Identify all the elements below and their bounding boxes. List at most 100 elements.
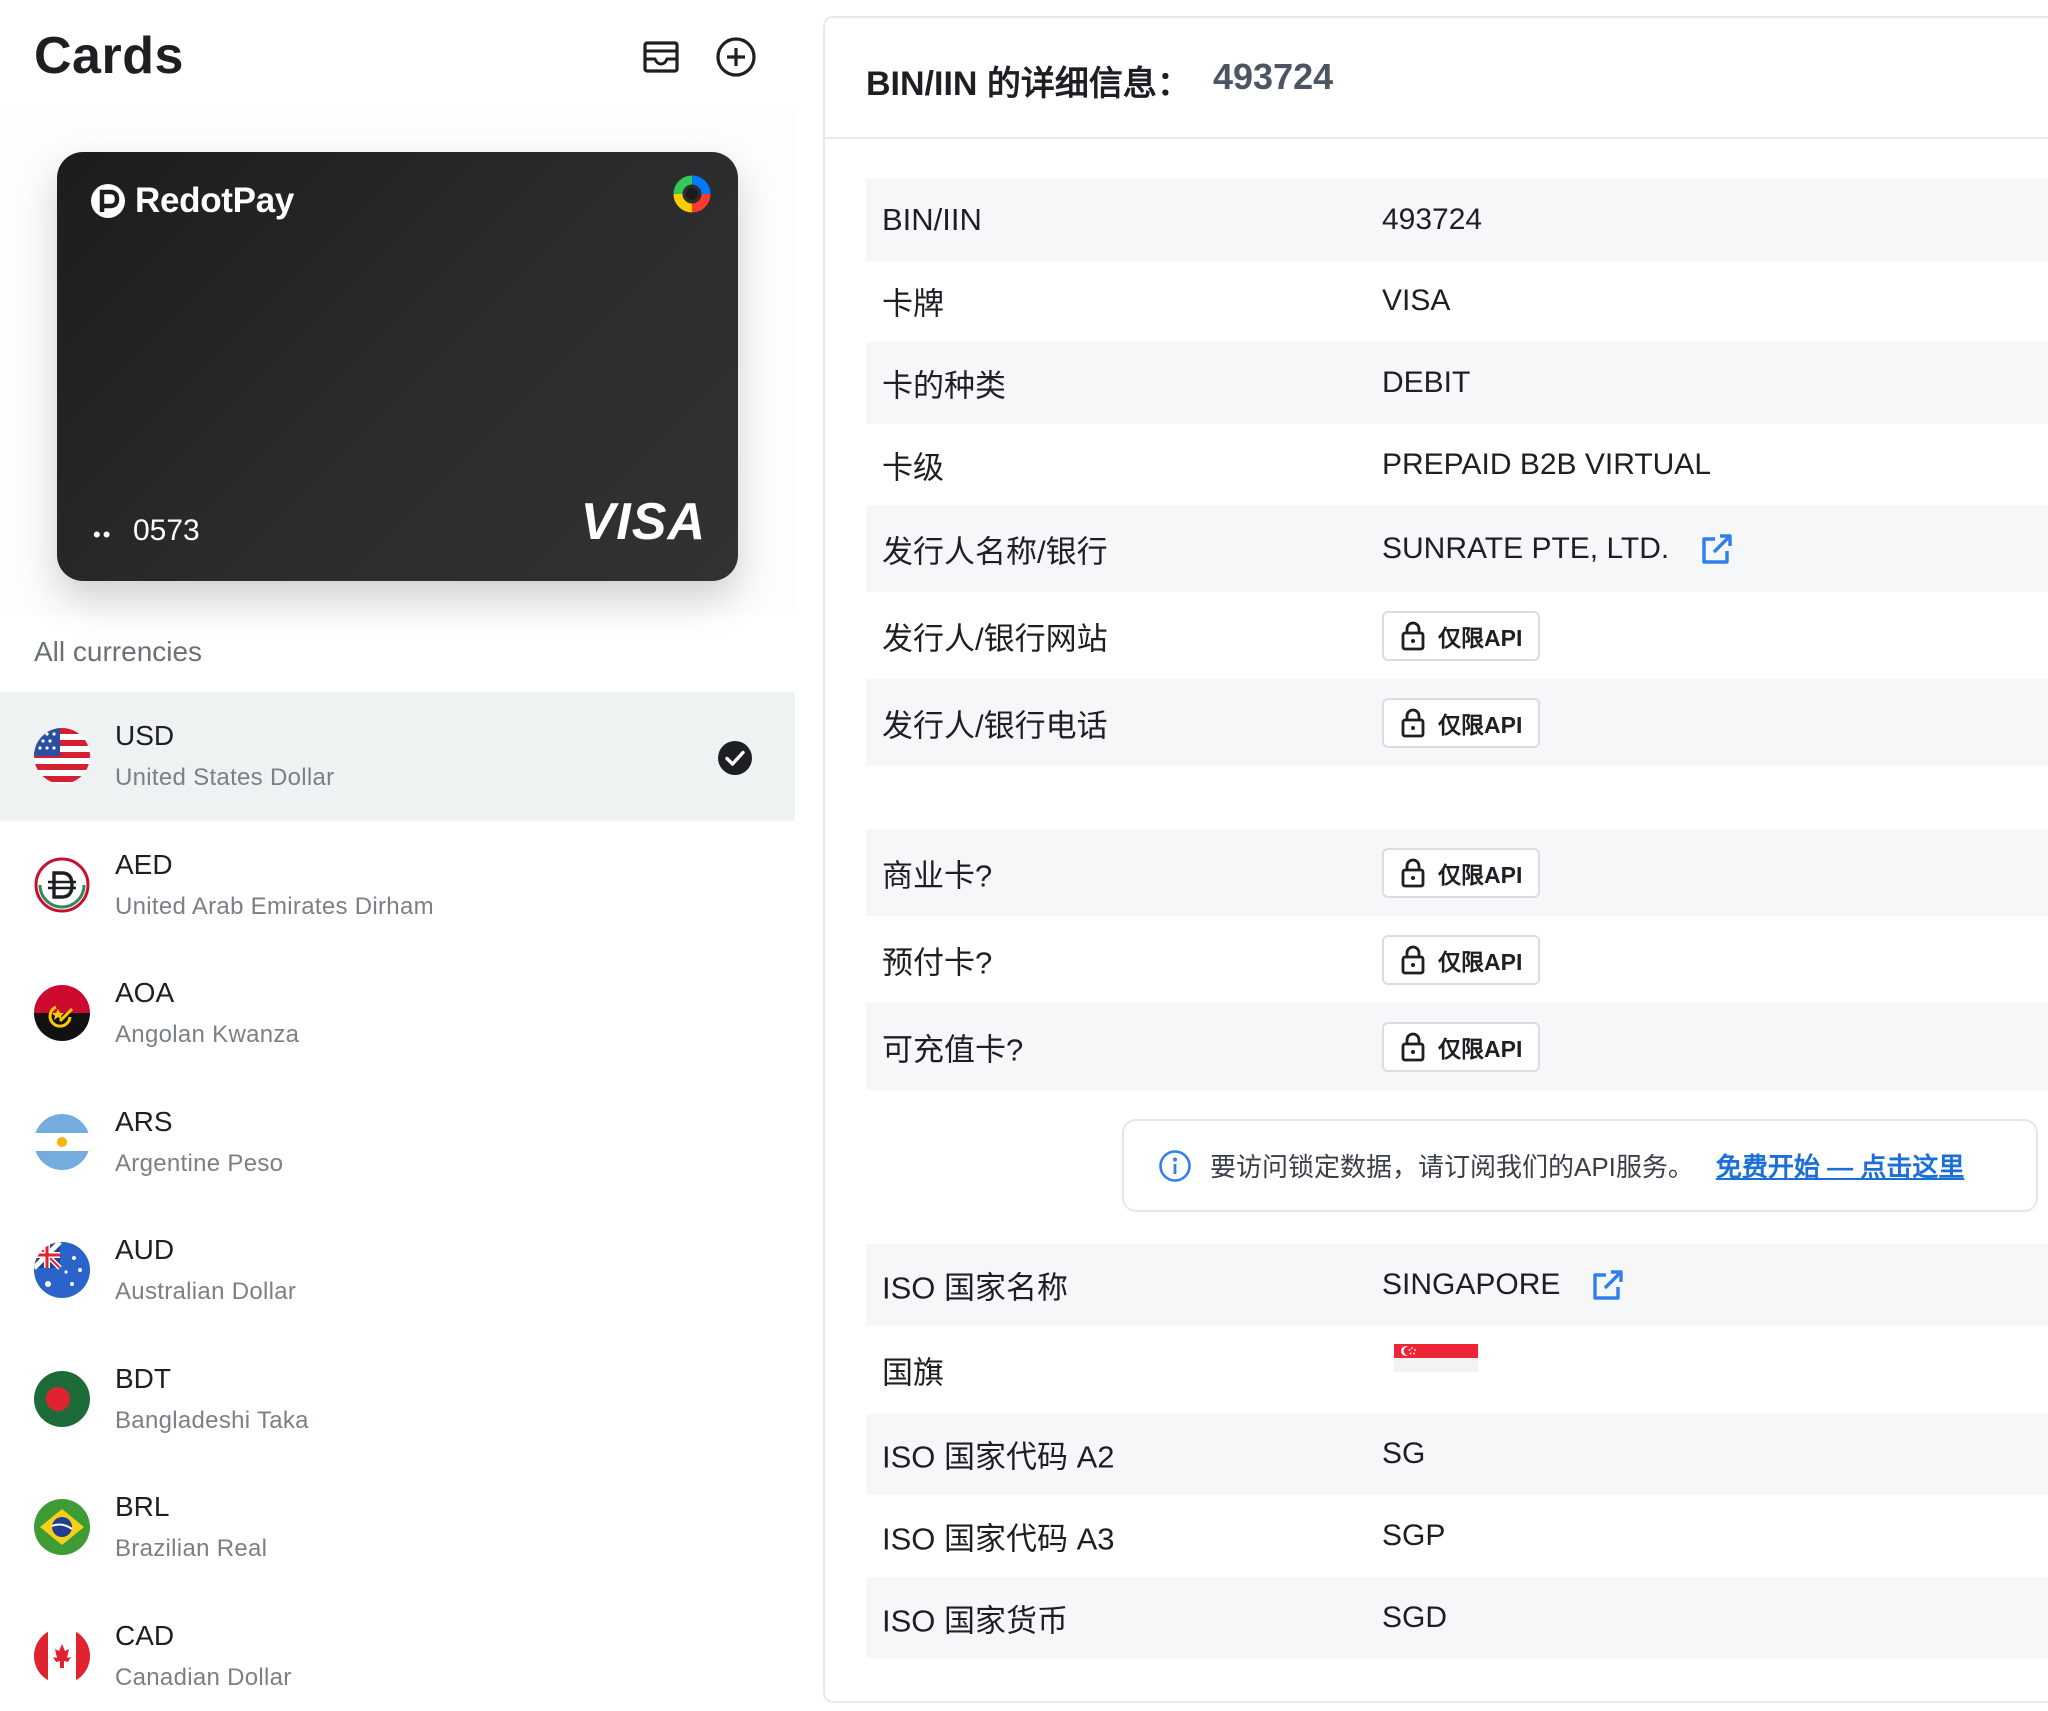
currency-list: USD United States Dollar AED United Arab… xyxy=(0,692,795,1711)
currency-item-aoa[interactable]: AOA Angolan Kwanza xyxy=(0,949,795,1078)
issuer-name-value: SUNRATE PTE, LTD. xyxy=(1382,531,1670,565)
country-details-table: ISO 国家名称 SINGAPORE 国旗 ISO 国家代码 A2 SG ISO… xyxy=(866,1244,2048,1659)
lock-icon xyxy=(1401,945,1425,975)
table-row: 国旗 xyxy=(866,1326,2048,1414)
lock-icon xyxy=(1401,708,1425,738)
table-row: ISO 国家代码 A2 SG xyxy=(866,1413,2048,1496)
bin-details-title: BIN/IIN 的详细信息： xyxy=(866,65,1191,103)
card-type-value: DEBIT xyxy=(1382,365,1471,399)
card-network-logo: VISA xyxy=(580,493,706,551)
row-label: 预付卡? xyxy=(882,945,993,981)
card-brand: RedotPay xyxy=(89,178,294,224)
country-name-value: SINGAPORE xyxy=(1382,1267,1561,1301)
row-value: 仅限API xyxy=(1382,847,1541,898)
table-row: 卡的种类 DEBIT xyxy=(866,342,2048,424)
us-flag-icon xyxy=(34,728,90,784)
card-mask-dots: •• xyxy=(93,522,113,547)
currency-name: Brazilian Real xyxy=(115,1535,268,1562)
table-row: ISO 国家代码 A3 SGP xyxy=(866,1495,2048,1577)
currency-code: BRL xyxy=(115,1491,170,1522)
row-value: SGD xyxy=(1382,1601,1447,1635)
bin-details-panel: BIN/IIN 的详细信息： 493724 BIN/IIN 493724 卡牌 … xyxy=(823,16,2048,1703)
currency-code: BDT xyxy=(115,1362,171,1394)
row-value: VISA xyxy=(1382,284,1450,318)
api-only-badge[interactable]: 仅限API xyxy=(1382,934,1541,985)
currency-section-label: All currencies xyxy=(34,636,203,667)
country-currency-value: SGD xyxy=(1382,1600,1448,1634)
currency-code: ARS xyxy=(115,1105,173,1137)
external-link-icon[interactable] xyxy=(1697,529,1737,569)
row-value: SG xyxy=(1382,1437,1425,1471)
australia-flag-icon xyxy=(34,1242,90,1298)
table-row: 卡牌 VISA xyxy=(866,261,2048,343)
row-label: ISO 国家货币 xyxy=(882,1603,1069,1639)
api-only-badge[interactable]: 仅限API xyxy=(1382,1021,1541,1072)
row-label: BIN/IIN xyxy=(882,201,982,237)
row-value: PREPAID B2B VIRTUAL xyxy=(1382,448,1711,482)
table-row: BIN/IIN 493724 xyxy=(866,179,2048,261)
free-start-link[interactable]: 免费开始 — 点击这里 xyxy=(1716,1147,1964,1184)
country-code-a3-value: SGP xyxy=(1382,1518,1446,1552)
lock-icon xyxy=(1401,1032,1425,1062)
row-value: 仅限API xyxy=(1382,934,1541,985)
currency-name: United States Dollar xyxy=(115,764,335,791)
currency-item-cad[interactable]: CAD Canadian Dollar xyxy=(0,1592,795,1711)
notice-text: 要访问锁定数据，请订阅我们的API服务。 xyxy=(1210,1152,1694,1182)
api-only-badge[interactable]: 仅限API xyxy=(1382,610,1541,661)
card-brand-name: RedotPay xyxy=(135,181,295,220)
currency-name: Canadian Dollar xyxy=(115,1663,292,1691)
currency-item-aed[interactable]: AED United Arab Emirates Dirham xyxy=(0,821,795,950)
singapore-flag-icon xyxy=(1394,1343,1478,1372)
row-value: 仅限API xyxy=(1382,697,1541,748)
currency-item-ars[interactable]: ARS Argentine Peso xyxy=(0,1078,795,1207)
table-row: 商业卡? 仅限API xyxy=(866,829,2048,917)
row-label: 发行人名称/银行 xyxy=(882,534,1108,570)
canada-flag-icon xyxy=(34,1627,90,1684)
info-icon xyxy=(1159,1149,1191,1182)
bangladesh-flag-icon xyxy=(34,1370,90,1427)
row-value: SUNRATE PTE, LTD. xyxy=(1382,529,1737,569)
virtual-card[interactable]: RedotPay •• 0573 VISA xyxy=(57,152,738,581)
table-row: 发行人/银行网站 仅限API xyxy=(866,592,2048,679)
row-value: DEBIT xyxy=(1382,366,1470,400)
api-only-badge[interactable]: 仅限API xyxy=(1382,697,1541,748)
currency-item-usd[interactable]: USD United States Dollar xyxy=(0,692,795,821)
api-badge-label: 仅限API xyxy=(1438,1035,1523,1062)
card-last4: 0573 xyxy=(133,514,200,547)
currency-item-aud[interactable]: AUD Australian Dollar xyxy=(0,1206,795,1335)
api-badge-label: 仅限API xyxy=(1438,624,1523,651)
bin-value: 493724 xyxy=(1382,202,1483,236)
row-value: SINGAPORE xyxy=(1382,1265,1628,1305)
row-label: ISO 国家代码 A2 xyxy=(882,1439,1115,1475)
bin-details-table: BIN/IIN 493724 卡牌 VISA 卡的种类 DEBIT 卡级 PRE… xyxy=(866,179,2048,1091)
currency-item-brl[interactable]: BRL Brazilian Real xyxy=(0,1463,795,1592)
currency-name: Argentine Peso xyxy=(115,1149,284,1177)
cards-header: Cards xyxy=(34,22,764,92)
add-card-icon[interactable] xyxy=(713,34,759,80)
row-value: 仅限API xyxy=(1382,1021,1541,1072)
api-subscription-notice: 要访问锁定数据，请订阅我们的API服务。 免费开始 — 点击这里 xyxy=(1122,1119,2038,1212)
api-only-badge[interactable]: 仅限API xyxy=(1382,847,1541,898)
row-value: 493724 xyxy=(1382,203,1482,237)
bin-details-number: 493724 xyxy=(1213,56,1334,97)
country-code-a2-value: SG xyxy=(1382,1437,1426,1471)
row-label: 可充值卡? xyxy=(882,1032,1024,1068)
lock-icon xyxy=(1401,621,1425,651)
currency-code: AUD xyxy=(115,1234,175,1265)
row-label: 发行人/银行电话 xyxy=(882,708,1108,744)
currency-item-bdt[interactable]: BDT Bangladeshi Taka xyxy=(0,1335,795,1464)
lock-icon xyxy=(1401,858,1425,888)
row-value: 仅限API xyxy=(1382,610,1541,661)
table-row: 发行人/银行电话 仅限API xyxy=(866,679,2048,767)
table-row: 可充值卡? 仅限API xyxy=(866,1003,2048,1091)
api-badge-label: 仅限API xyxy=(1438,861,1523,888)
inbox-icon[interactable] xyxy=(638,34,684,80)
currency-code: AOA xyxy=(115,977,175,1008)
row-label: 卡的种类 xyxy=(882,368,1006,404)
table-row: 卡级 PREPAID B2B VIRTUAL xyxy=(866,424,2048,506)
row-label: 卡牌 xyxy=(882,286,944,322)
cards-panel: Cards RedotPay •• 0573 VISA All currenci… xyxy=(0,0,795,1711)
external-link-icon[interactable] xyxy=(1588,1265,1628,1305)
row-label: ISO 国家代码 A3 xyxy=(882,1521,1115,1557)
color-ring-icon xyxy=(673,175,711,213)
